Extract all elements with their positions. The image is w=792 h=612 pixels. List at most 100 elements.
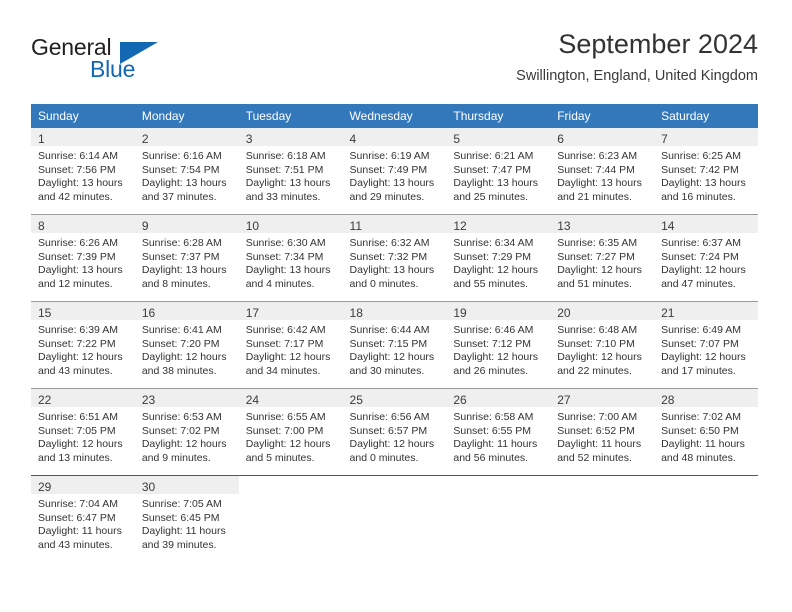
calendar-day-cell[interactable]: 21 Sunrise: 6:49 AM Sunset: 7:07 PM Dayligh…: [654, 301, 758, 389]
day-number: 10: [245, 219, 260, 233]
day-number: 28: [661, 393, 675, 407]
day-number: 19: [453, 306, 467, 320]
daylight-text-line2: and 5 minutes.: [245, 451, 315, 464]
calendar-day-cell[interactable]: 12 Sunrise: 6:34 AM Sunset: 7:29 PM Dayligh…: [446, 214, 551, 302]
sunrise-text: Sunrise: 6:30 AM: [245, 237, 326, 249]
daylight-text-line2: and 13 minutes.: [38, 451, 113, 464]
daylight-text-line2: and 29 minutes.: [349, 190, 425, 203]
calendar-day-cell[interactable]: 16 Sunrise: 6:41 AM Sunset: 7:20 PM Dayligh…: [134, 301, 239, 389]
daylight-text-line2: and 0 minutes.: [349, 277, 419, 290]
calendar-day-cell[interactable]: 4 Sunrise: 6:19 AM Sunset: 7:49 PM Daylight…: [342, 128, 447, 215]
sunset-text: Sunset: 7:42 PM: [661, 163, 739, 176]
calendar-table: Sunday Monday Tuesday Wednesday Thursday…: [31, 104, 758, 562]
sunset-text: Sunset: 6:47 PM: [38, 511, 116, 524]
day-number: 2: [141, 132, 149, 146]
calendar-day-cell[interactable]: 30 Sunrise: 7:05 AM Sunset: 6:45 PM Dayligh…: [134, 475, 239, 562]
daylight-text-line2: and 42 minutes.: [38, 190, 113, 203]
daylight-text-line2: and 9 minutes.: [141, 451, 211, 464]
calendar-day-cell[interactable]: 8 Sunrise: 6:26 AM Sunset: 7:39 PM Daylight…: [31, 214, 135, 302]
daylight-text-line2: and 56 minutes.: [453, 451, 529, 464]
sunrise-text: Sunrise: 6:51 AM: [38, 411, 118, 423]
calendar-day-cell[interactable]: 29 Sunrise: 7:04 AM Sunset: 6:47 PM Dayligh…: [31, 475, 135, 562]
daylight-text-line2: and 34 minutes.: [245, 364, 321, 377]
day-number: 13: [557, 219, 571, 233]
calendar-week-row: 22 Sunrise: 6:51 AM Sunset: 7:05 PM Dayligh…: [31, 388, 758, 476]
daylight-text-line2: and 16 minutes.: [661, 190, 736, 203]
calendar-day-cell[interactable]: 19 Sunrise: 6:46 AM Sunset: 7:12 PM Dayligh…: [446, 301, 551, 389]
day-number: 16: [141, 306, 156, 320]
daylight-text-line2: and 52 minutes.: [557, 451, 632, 464]
calendar-week-row: 8 Sunrise: 6:26 AM Sunset: 7:39 PM Daylight…: [31, 214, 758, 302]
sunrise-text: Sunrise: 6:37 AM: [661, 237, 742, 249]
weekday-header-monday: Monday: [134, 104, 239, 128]
daylight-text-line1: Daylight: 12 hours: [557, 264, 642, 277]
calendar-day-cell[interactable]: 10 Sunrise: 6:30 AM Sunset: 7:34 PM Dayligh…: [238, 214, 343, 302]
day-number: 4: [349, 132, 357, 146]
day-number: 1: [38, 132, 45, 146]
sunset-text: Sunset: 6:45 PM: [141, 511, 220, 524]
daylight-text-line1: Daylight: 11 hours: [141, 525, 226, 538]
calendar-day-cell[interactable]: 9 Sunrise: 6:28 AM Sunset: 7:37 PM Daylight…: [134, 214, 239, 302]
calendar-day-cell[interactable]: 2 Sunrise: 6:16 AM Sunset: 7:54 PM Daylight…: [134, 128, 239, 215]
daylight-text-line1: Daylight: 11 hours: [661, 438, 745, 451]
calendar-page: General Blue September 2024 Swillington,…: [0, 0, 792, 612]
day-number: 30: [141, 480, 156, 494]
calendar-day-cell[interactable]: 20 Sunrise: 6:48 AM Sunset: 7:10 PM Dayligh…: [550, 301, 655, 389]
daylight-text-line1: Daylight: 13 hours: [557, 177, 642, 190]
calendar-day-cell[interactable]: 3 Sunrise: 6:18 AM Sunset: 7:51 PM Daylight…: [238, 128, 343, 215]
calendar-day-cell[interactable]: 13 Sunrise: 6:35 AM Sunset: 7:27 PM Dayligh…: [550, 214, 655, 302]
sunrise-text: Sunrise: 7:00 AM: [557, 411, 638, 423]
calendar-day-cell[interactable]: 14 Sunrise: 6:37 AM Sunset: 7:24 PM Dayligh…: [654, 214, 758, 302]
calendar-day-cell[interactable]: 15 Sunrise: 6:39 AM Sunset: 7:22 PM Dayligh…: [31, 301, 135, 389]
sunset-text: Sunset: 7:17 PM: [245, 337, 324, 350]
calendar-day-cell[interactable]: 11 Sunrise: 6:32 AM Sunset: 7:32 PM Dayligh…: [342, 214, 447, 302]
sunset-text: Sunset: 7:34 PM: [245, 250, 324, 263]
calendar-day-cell[interactable]: 6 Sunrise: 6:23 AM Sunset: 7:44 PM Daylight…: [550, 128, 655, 215]
sunset-text: Sunset: 7:00 PM: [245, 424, 324, 437]
calendar-day-cell[interactable]: 28 Sunrise: 7:02 AM Sunset: 6:50 PM Dayligh…: [654, 388, 758, 476]
sunrise-text: Sunrise: 6:48 AM: [557, 324, 638, 336]
calendar-day-cell[interactable]: 5 Sunrise: 6:21 AM Sunset: 7:47 PM Daylight…: [446, 128, 551, 215]
daylight-text-line1: Daylight: 13 hours: [661, 177, 746, 190]
daylight-text-line1: Daylight: 11 hours: [453, 438, 538, 451]
daylight-text-line2: and 26 minutes.: [453, 364, 529, 377]
day-number: 17: [245, 306, 260, 320]
sunset-text: Sunset: 7:49 PM: [349, 163, 428, 176]
daylight-text-line2: and 43 minutes.: [38, 364, 113, 377]
calendar-day-cell[interactable]: 17 Sunrise: 6:42 AM Sunset: 7:17 PM Dayligh…: [238, 301, 343, 389]
day-number: 23: [141, 393, 156, 407]
daylight-text-line1: Daylight: 11 hours: [557, 438, 642, 451]
weekday-header-thursday: Thursday: [446, 104, 551, 128]
weekday-header-saturday: Saturday: [654, 104, 758, 128]
daylight-text-line1: Daylight: 12 hours: [245, 438, 331, 451]
calendar-day-cell[interactable]: 26 Sunrise: 6:58 AM Sunset: 6:55 PM Dayligh…: [446, 388, 551, 476]
calendar-day-cell[interactable]: 18 Sunrise: 6:44 AM Sunset: 7:15 PM Dayligh…: [342, 301, 447, 389]
sunrise-text: Sunrise: 6:25 AM: [661, 150, 742, 162]
sunrise-text: Sunrise: 6:18 AM: [245, 150, 326, 162]
day-number: 22: [38, 393, 52, 407]
calendar-day-cell[interactable]: 23 Sunrise: 6:53 AM Sunset: 7:02 PM Dayligh…: [134, 388, 239, 476]
calendar-day-cell[interactable]: 27 Sunrise: 7:00 AM Sunset: 6:52 PM Dayligh…: [550, 388, 655, 476]
calendar-day-cell[interactable]: 1 Sunrise: 6:14 AM Sunset: 7:56 PM Daylight…: [31, 128, 135, 215]
sunset-text: Sunset: 6:57 PM: [349, 424, 428, 437]
daylight-text-line1: Daylight: 12 hours: [661, 264, 746, 277]
page-header: General Blue September 2024 Swillington,…: [0, 0, 792, 100]
calendar-day-cell[interactable]: 24 Sunrise: 6:55 AM Sunset: 7:00 PM Dayligh…: [238, 388, 343, 476]
calendar-day-cell[interactable]: 22 Sunrise: 6:51 AM Sunset: 7:05 PM Dayligh…: [31, 388, 135, 476]
calendar-day-cell[interactable]: 25 Sunrise: 6:56 AM Sunset: 6:57 PM Dayligh…: [342, 388, 447, 476]
calendar-day-cell[interactable]: 7 Sunrise: 6:25 AM Sunset: 7:42 PM Daylight…: [654, 128, 758, 215]
sunrise-text: Sunrise: 6:35 AM: [557, 237, 638, 249]
daylight-text-line1: Daylight: 13 hours: [349, 264, 435, 277]
sunrise-text: Sunrise: 7:05 AM: [141, 498, 222, 510]
daylight-text-line1: Daylight: 12 hours: [349, 438, 435, 451]
calendar-day-cell-empty: [654, 475, 758, 562]
sunset-text: Sunset: 7:05 PM: [38, 424, 116, 437]
brand-logo[interactable]: General Blue: [31, 34, 211, 86]
daylight-text-line1: Daylight: 11 hours: [38, 525, 122, 538]
sunrise-text: Sunrise: 6:46 AM: [453, 324, 534, 336]
day-number: 25: [349, 393, 363, 407]
day-number: 18: [349, 306, 363, 320]
daylight-text-line1: Daylight: 12 hours: [141, 351, 227, 364]
daylight-text-line1: Daylight: 13 hours: [38, 177, 123, 190]
day-number: 7: [661, 132, 668, 146]
